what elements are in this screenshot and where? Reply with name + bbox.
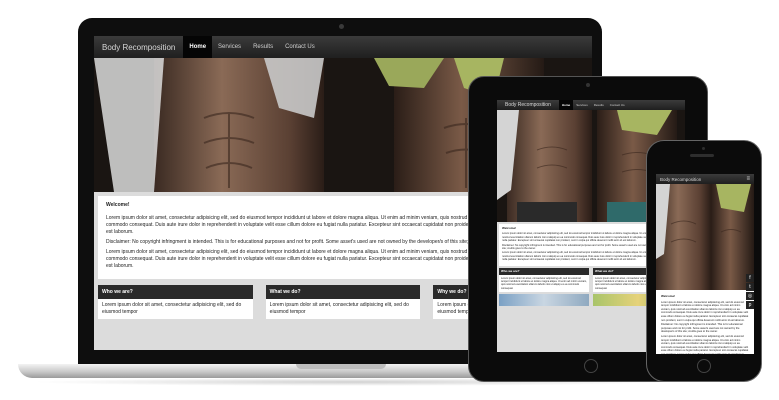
tablet-column-heading: Who we are? [499,267,589,275]
laptop-camera [339,24,344,29]
tablet-camera [586,83,590,87]
facebook-icon[interactable]: f [746,274,754,282]
tablet-home-button[interactable] [584,359,598,373]
tablet-column-text: Lorem ipsum dolor sit amet, consectetur … [499,274,589,293]
phone-content-panel: Welcome! Lorem ipsum dolor sit amet, con… [658,292,752,354]
nav-item-home[interactable]: Home [183,36,213,58]
nav-menu: Home Services Results Contact Us [183,36,320,58]
tablet-nav-item-results[interactable]: Results [591,100,607,110]
phone-hero-photo [656,184,754,290]
phone-welcome-heading: Welcome! [661,294,676,298]
column-heading: Who we are? [98,285,253,299]
column-text: Lorem ipsum dolor sit amet, consectetur … [98,299,253,319]
instagram-icon[interactable]: ◎ [746,292,754,300]
tablet-column-who: Who we are? Lorem ipsum dolor sit amet, … [499,267,589,293]
column-who: Who we are? Lorem ipsum dolor sit amet, … [98,285,253,319]
pinterest-icon[interactable]: p [746,301,754,309]
nav-item-contact[interactable]: Contact Us [279,36,321,58]
phone-speaker [690,154,714,157]
tablet-nav-menu: Home Services Results Contact Us [558,100,628,110]
laptop-notch [296,364,386,369]
tablet-navbar: Body Recomposition Home Services Results… [497,100,685,110]
thumbnail-image [499,294,589,307]
device-mockup: Body Recomposition Home Services Results… [0,0,779,400]
navbar: Body Recomposition Home Services Results… [94,36,592,58]
tablet-brand-logo[interactable]: Body Recomposition [497,102,559,108]
social-sidebar: f t ◎ p [746,274,754,309]
phone-navbar: Body Recomposition ≡ [656,174,754,184]
phone-intro-paragraph: Lorem ipsum dolor sit amet, consectetur … [661,300,749,322]
hamburger-menu-icon[interactable]: ≡ [746,176,754,182]
tablet-nav-item-home[interactable]: Home [558,100,574,110]
tablet-nav-item-contact[interactable]: Contact Us [607,100,628,110]
phone-brand-logo[interactable]: Body Recomposition [656,177,705,182]
nav-item-results[interactable]: Results [247,36,279,58]
twitter-icon[interactable]: t [746,283,754,291]
phone-screen: Body Recomposition ≡ Welcome! Lorem ipsu… [656,174,754,354]
column-text: Lorem ipsum dolor sit amet, consectetur … [265,299,421,319]
phone-disclaimer-paragraph: Disclaimer: No copyright infringment is … [661,323,743,334]
column-what: What we do? Lorem ipsum dolor sit amet, … [265,285,421,319]
nav-item-services[interactable]: Services [212,36,247,58]
phone-hero-image [656,184,754,290]
phone-home-button[interactable] [697,359,711,373]
column-heading: What we do? [265,285,421,299]
phone-second-paragraph: Lorem ipsum dolor sit amet, consectetur … [661,334,749,354]
phone-camera [702,147,705,150]
tablet-nav-item-services[interactable]: Services [573,100,591,110]
brand-logo[interactable]: Body Recomposition [94,43,183,52]
